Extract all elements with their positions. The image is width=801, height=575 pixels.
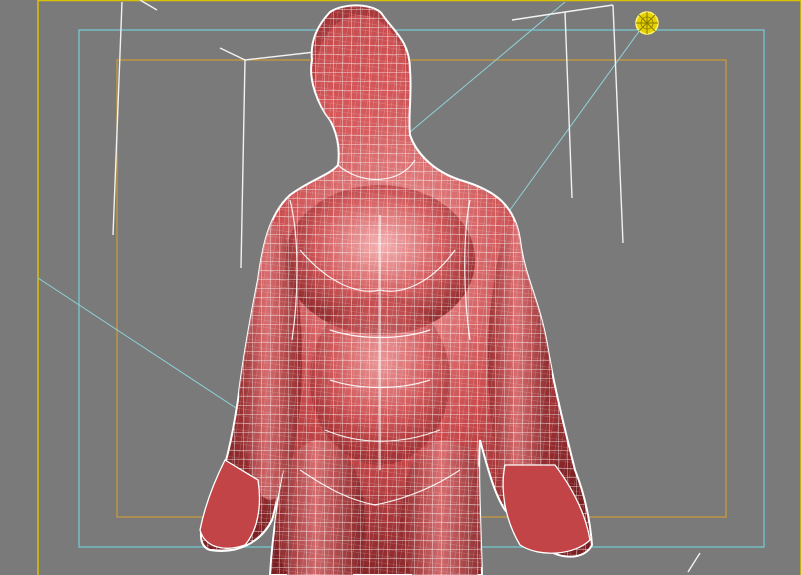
viewport-canvas[interactable] [0,0,801,575]
omni-light-icon[interactable] [635,11,659,35]
3d-viewport[interactable] [0,0,801,575]
